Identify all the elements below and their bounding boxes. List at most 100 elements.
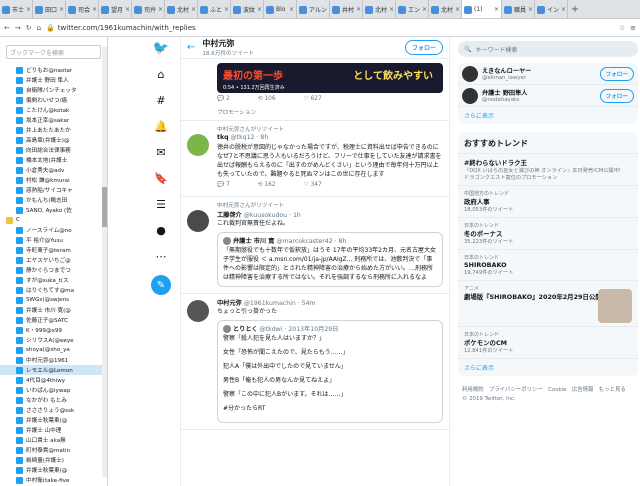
new-tab-button[interactable]: + [568, 0, 582, 18]
reply-count[interactable]: 💬 2 [217, 96, 230, 106]
bookmark-item[interactable]: 村松 謙@kmurai [0, 175, 107, 185]
bookmark-item[interactable]: なかがわ もとみ [0, 395, 107, 405]
browser-tab[interactable]: (1) × [462, 0, 502, 18]
video-thumbnail[interactable]: 最初の第一歩 として飲みやすい 0:54 • 131.2万回再生済み [217, 63, 443, 93]
trend-item[interactable]: 中国地方のトレンド 政府人事 18,053件のツイート [458, 186, 638, 218]
menu-icon[interactable]: ≡ [630, 24, 636, 32]
bookmark-item[interactable]: エヤスヤいちご@ [0, 255, 107, 265]
bookmark-item[interactable]: 自衛隊パンチェッタ [0, 85, 107, 95]
bookmark-item[interactable]: SWGs(@swjens [0, 295, 107, 305]
browser-tab[interactable]: 北村 × [165, 0, 198, 18]
browser-tab[interactable]: 市士 × [0, 0, 33, 18]
retweet-count[interactable]: ⟲ 106 [258, 96, 276, 106]
author-name[interactable]: 工藤啓介 [217, 212, 242, 219]
lists-icon[interactable]: ☰ [154, 197, 168, 211]
avatar[interactable] [462, 65, 478, 82]
bookmark-item[interactable]: どりもお@naotar [0, 65, 107, 75]
trend-item[interactable]: #終わらないドラク王 『DQX いばらの巫女と滅びの神 オンライン』本日発売!CM… [458, 154, 638, 186]
more-icon[interactable]: ⋯ [154, 249, 168, 263]
bookmark-scrollbar[interactable] [102, 47, 107, 477]
profile-icon[interactable]: ● [154, 223, 168, 237]
close-tab-icon[interactable]: × [422, 6, 427, 13]
browser-tab[interactable]: 井村 × [330, 0, 363, 18]
bookmark-item[interactable]: 山口貴士 aka無 [0, 435, 107, 445]
close-tab-icon[interactable]: × [158, 6, 163, 13]
bookmark-item[interactable]: こたけん@kotak [0, 105, 107, 115]
bookmark-item[interactable]: シリウスA(@eeye [0, 335, 107, 345]
avatar[interactable] [187, 300, 209, 322]
avatar[interactable] [462, 87, 478, 104]
home-nav-icon[interactable]: ⌂ [154, 67, 168, 81]
bookmark-item[interactable]: いわぱん@iywap [0, 385, 107, 395]
bookmark-item[interactable]: 平 裕介@Yusu [0, 235, 107, 245]
like-count[interactable]: ♡ 347 [304, 182, 322, 192]
close-tab-icon[interactable]: × [455, 6, 460, 13]
author-name[interactable]: tkq [217, 134, 229, 141]
bookmark-item[interactable]: さささりょう@ssk [0, 405, 107, 415]
author-name[interactable]: 中村元弥 [217, 300, 242, 307]
follow-account-button[interactable]: フォロー [599, 88, 634, 103]
browser-tab[interactable]: 田口 × [33, 0, 66, 18]
bookmark-item[interactable]: K・999@x99 [0, 325, 107, 335]
bookmark-item[interactable]: 高島章(弁護士)@ [0, 135, 107, 145]
tweet[interactable]: 中村元弥 @1961kumachin · 54m ちょっと引っ掛かった とりとく… [181, 294, 449, 430]
compose-tweet-button[interactable]: ✎ [151, 275, 171, 295]
notifications-bell-icon[interactable]: 🔔 [154, 119, 168, 133]
close-tab-icon[interactable]: × [125, 6, 130, 13]
like-count[interactable]: ♡ 627 [304, 96, 322, 106]
close-tab-icon[interactable]: × [528, 6, 533, 13]
bookmark-item[interactable]: はりぐちてす@ma [0, 285, 107, 295]
close-tab-icon[interactable]: × [26, 6, 31, 13]
close-tab-icon[interactable]: × [59, 6, 64, 13]
bookmark-item[interactable]: レモエル@Lemon [0, 365, 107, 375]
close-tab-icon[interactable]: × [561, 6, 566, 13]
browser-tab[interactable]: 職員 × [502, 0, 535, 18]
close-tab-icon[interactable]: × [191, 6, 196, 13]
close-tab-icon[interactable]: × [257, 6, 262, 13]
bookmark-item[interactable]: ノースライム@no [0, 225, 107, 235]
footer-links[interactable]: 利用規約 プライバシーポリシー Cookie 広告情報 もっと見る © 2019… [458, 384, 638, 406]
close-tab-icon[interactable]: × [289, 6, 294, 13]
browser-tab[interactable]: 北村 × [363, 0, 396, 18]
trend-item[interactable]: アニメ 劇場版『SHIROBAKO』2020年2月29日公開へ [458, 281, 638, 327]
bookmark-item[interactable]: 弁護士 野田 隼人 [0, 75, 107, 85]
bookmark-item[interactable]: 中村衛(take-five [0, 475, 107, 485]
bookmark-item[interactable]: SANO, Ayako (佐 [0, 205, 107, 215]
bookmark-item[interactable]: 弁護士秋葉東(@ [0, 465, 107, 475]
bookmark-item[interactable]: 寺町東子@teram [0, 245, 107, 255]
bookmark-item[interactable]: 弁護士 市川 寛(@ [0, 305, 107, 315]
url-field[interactable]: 🔒 twitter.com/1961kumachin/with_replies [46, 24, 614, 32]
quoted-tweet[interactable]: 弁護士 市川 寛 @marcokcaster42 · 8h 「無期懲役でも十数年… [217, 232, 443, 287]
browser-tab[interactable]: 北村 × [429, 0, 462, 18]
bookmark-search-input[interactable]: ブックマークを検索 [6, 45, 101, 59]
explore-hash-icon[interactable]: # [154, 93, 168, 107]
browser-tab[interactable]: ふと × [198, 0, 231, 18]
back-arrow-icon[interactable]: ← [187, 42, 195, 53]
show-more-link[interactable]: さらに表示 [458, 107, 638, 124]
bookmark-item[interactable]: 傷剣わいせつ/痛 [0, 95, 107, 105]
follow-button[interactable]: フォロー [404, 40, 443, 55]
browser-tab[interactable]: 波紋 × [231, 0, 264, 18]
suggested-account[interactable]: 弁護士 野田隼人 @nodahayato フォロー [458, 85, 638, 107]
avatar[interactable] [187, 210, 209, 232]
home-icon[interactable]: ⌂ [37, 24, 41, 32]
promo-tweet[interactable]: 最初の第一歩 として飲みやすい 0:54 • 131.2万回再生済み 💬 2 ⟲… [181, 59, 449, 121]
bookmark-item[interactable]: 4代目@4thiwy [0, 375, 107, 385]
bookmark-item[interactable]: 嶋崎量(弁護士) [0, 455, 107, 465]
close-tab-icon[interactable]: × [224, 6, 229, 13]
bookmark-item[interactable]: 佐藤正子@SATC [0, 315, 107, 325]
bookmark-item[interactable]: 弁護士秋葉東(@ [0, 415, 107, 425]
reply-count[interactable]: 💬 7 [217, 182, 230, 192]
bookmark-item[interactable]: すが@suka_t(ス [0, 275, 107, 285]
browser-tab[interactable]: Blo × [264, 0, 297, 18]
bookmark-item[interactable]: 坂本正幸@sakar [0, 115, 107, 125]
messages-envelope-icon[interactable]: ✉ [154, 145, 168, 159]
browser-tab[interactable]: イン × [535, 0, 568, 18]
browser-tab[interactable]: 司弁 × [132, 0, 165, 18]
close-tab-icon[interactable]: × [356, 6, 361, 13]
suggested-account[interactable]: えきなんローヤー @ekinan_lawyer フォロー [458, 63, 638, 85]
bookmark-item[interactable]: 町村泰貴@matin [0, 445, 107, 455]
follow-account-button[interactable]: フォロー [599, 66, 634, 81]
bookmark-item[interactable]: 井上あたたあたか [0, 125, 107, 135]
close-tab-icon[interactable]: × [494, 6, 499, 13]
